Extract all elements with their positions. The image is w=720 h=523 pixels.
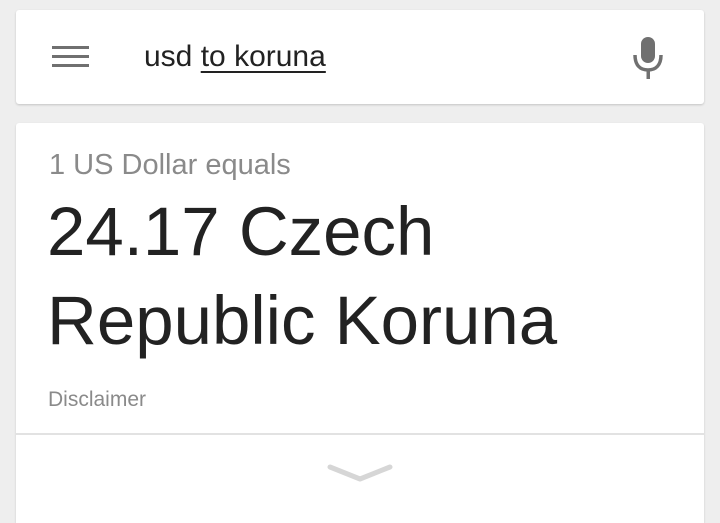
- search-query-text: usd: [144, 40, 193, 73]
- mic-icon[interactable]: [628, 34, 668, 82]
- search-bar: usd to koruna: [16, 10, 704, 104]
- mic-icon-graphic: [633, 37, 663, 79]
- chevron-down-icon-graphic: [327, 464, 393, 482]
- menu-icon-bar: [52, 55, 89, 58]
- conversion-result: 24.17 Czech Republic Koruna: [47, 193, 558, 359]
- currency-result-card: 1 US Dollar equals 24.17 Czech Republic …: [16, 123, 704, 523]
- menu-icon-bar: [52, 46, 89, 49]
- chevron-down-icon[interactable]: [326, 461, 394, 487]
- menu-icon[interactable]: [52, 44, 90, 70]
- conversion-label: 1 US Dollar equals: [49, 149, 291, 181]
- divider: [16, 433, 704, 435]
- menu-icon-bar: [52, 64, 89, 67]
- disclaimer-link[interactable]: Disclaimer: [48, 385, 146, 415]
- search-input[interactable]: usd to koruna: [144, 37, 326, 77]
- search-query-suggestion: to koruna: [200, 40, 326, 73]
